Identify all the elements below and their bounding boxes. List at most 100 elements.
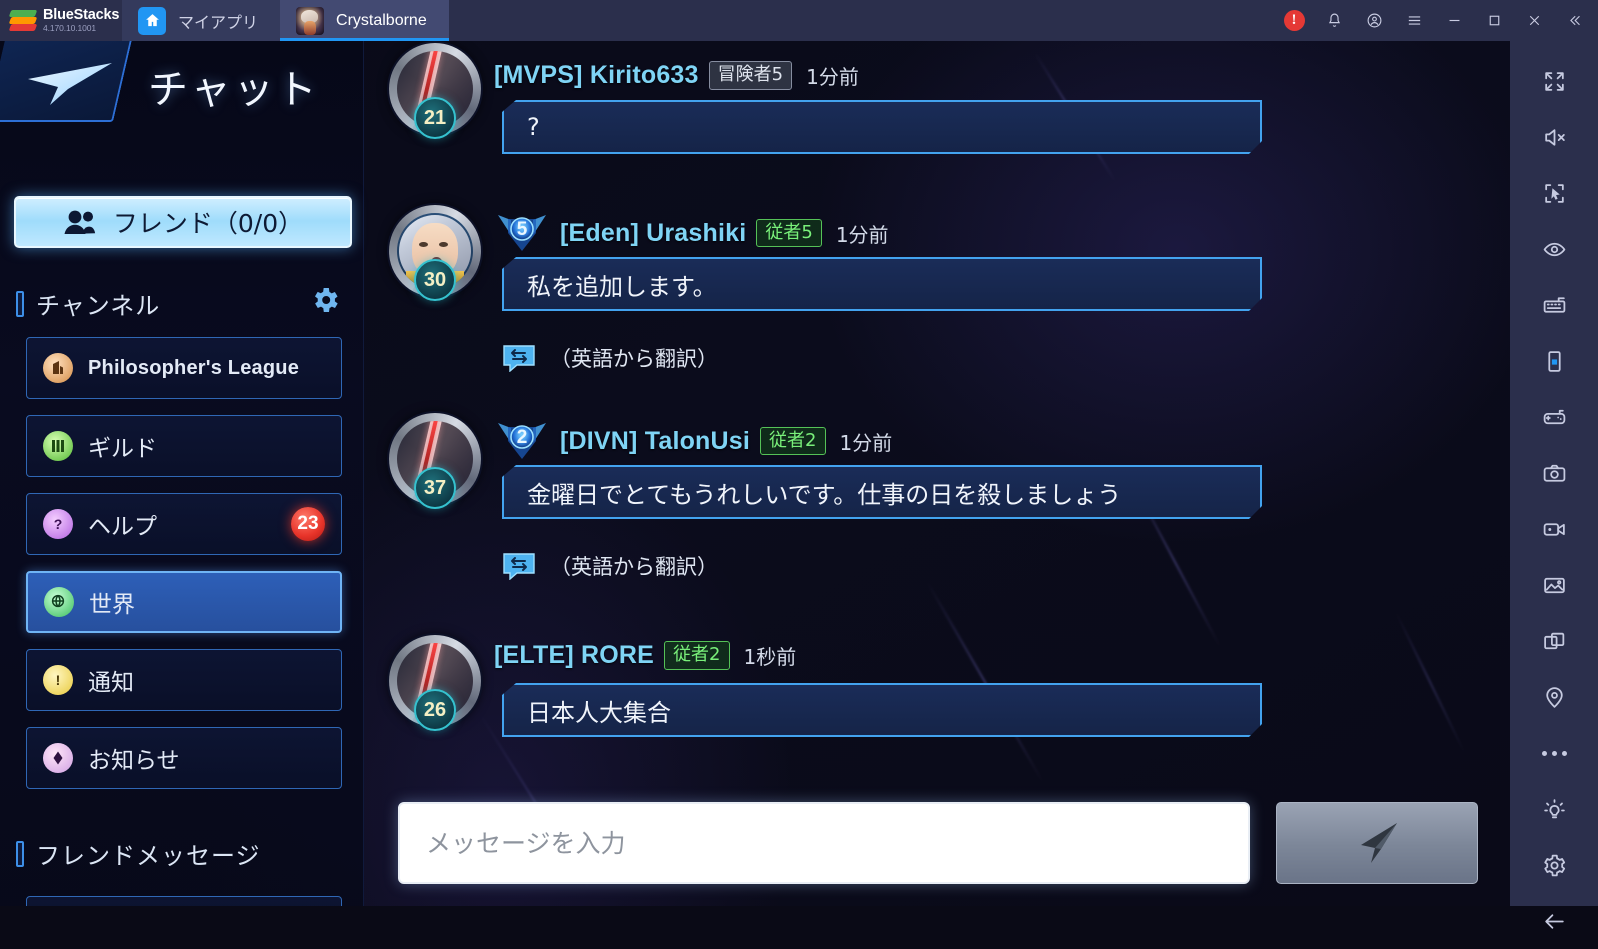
message-text: ? [527, 113, 540, 141]
cursor-target-icon[interactable] [1526, 165, 1582, 221]
vip-badge-icon: 5 [494, 211, 550, 255]
gamepad-icon[interactable] [1526, 389, 1582, 445]
message-bubble[interactable]: 金曜日でとてもうれしいです。仕事の日を殺しましょう [502, 465, 1262, 519]
mute-icon[interactable] [1526, 109, 1582, 165]
phone-screen-icon[interactable] [1526, 333, 1582, 389]
avatar[interactable]: 30 [389, 205, 481, 301]
username[interactable]: [ELTE] RORE [494, 641, 654, 670]
timestamp: 1分前 [835, 222, 889, 247]
globe-icon [44, 587, 74, 617]
minimize-button[interactable] [1434, 0, 1474, 41]
sidebar-item-philosophers-league[interactable]: Philosopher's League [26, 337, 342, 399]
message-bubble[interactable]: 私を追加します。 [502, 257, 1262, 311]
tab-my-apps-label: マイアプリ [178, 14, 259, 32]
sidebar-item-label: ギルド [88, 436, 157, 462]
section-accent-bar [16, 290, 24, 317]
friend-button-label: フレンド（0/0） [112, 209, 304, 238]
message-input[interactable] [398, 802, 1250, 884]
maximize-button[interactable] [1474, 0, 1514, 41]
send-icon [1361, 823, 1397, 863]
tab-my-apps[interactable]: マイアプリ [122, 0, 281, 41]
alert-icon: ! [1283, 10, 1305, 31]
avatar[interactable]: 26 [389, 635, 481, 731]
section-title-channels: チャンネル [36, 292, 161, 320]
account-button[interactable] [1354, 0, 1394, 41]
sidebar-item-announcements[interactable]: お知らせ [26, 727, 342, 789]
minimize-icon [1449, 19, 1459, 22]
tab-crystalborne[interactable]: Crystalborne [280, 0, 449, 41]
chat-message: 21 [MVPS] Kirito633 冒険者5 1分前 ? [364, 41, 1510, 178]
bluestacks-brand: BlueStacks 4.170.10.1001 [0, 0, 122, 41]
eye-icon[interactable] [1526, 221, 1582, 277]
question-icon: ? [43, 509, 73, 539]
gear-icon[interactable] [309, 284, 341, 316]
camera-icon[interactable] [1526, 445, 1582, 501]
collapse-button[interactable] [1554, 0, 1594, 41]
avatar-level-badge: 21 [414, 97, 456, 139]
brightness-icon[interactable] [1526, 781, 1582, 837]
more-options-icon[interactable] [1526, 725, 1582, 781]
media-manager-icon[interactable] [1526, 557, 1582, 613]
new-chat-button[interactable]: 新たなチャット [26, 896, 342, 906]
sidebar-item-notifications[interactable]: ! 通知 [26, 649, 342, 711]
send-button[interactable] [1276, 802, 1478, 884]
translation-note[interactable]: （英語から翻訳） [502, 551, 718, 581]
message-text: 私を追加します。 [527, 272, 717, 301]
menu-button[interactable] [1394, 0, 1434, 41]
close-button[interactable] [1514, 0, 1554, 41]
avatar[interactable]: 37 [389, 413, 481, 509]
message-text: 金曜日でとてもうれしいです。仕事の日を殺しましょう [527, 480, 1122, 509]
translation-label: （英語から翻訳） [550, 347, 718, 371]
sidebar-item-guild[interactable]: ギルド [26, 415, 342, 477]
username[interactable]: [MVPS] Kirito633 [494, 61, 699, 90]
svg-text:?: ? [54, 516, 63, 532]
video-record-icon[interactable] [1526, 501, 1582, 557]
location-pin-icon[interactable] [1526, 669, 1582, 725]
collapse-icon [1569, 15, 1580, 26]
alert-button[interactable]: ! [1274, 0, 1314, 41]
message-header: 2 [DIVN] TalonUsi 従者2 1分前 [494, 419, 892, 463]
notifications-button[interactable] [1314, 0, 1354, 41]
building-icon [43, 353, 73, 383]
username[interactable]: [Eden] Urashiki [560, 219, 746, 248]
announcement-icon [43, 743, 73, 773]
multi-instance-icon[interactable] [1526, 613, 1582, 669]
rank-badge: 従者5 [756, 218, 822, 248]
fullscreen-icon[interactable] [1526, 53, 1582, 109]
settings-gear-icon[interactable] [1526, 837, 1582, 893]
back-arrow-icon[interactable] [1526, 893, 1582, 949]
page-title: チャット [148, 67, 320, 113]
message-bubble[interactable]: 日本人大集合 [502, 683, 1262, 737]
sidebar-item-label: ヘルプ [88, 514, 157, 540]
unread-badge: 23 [291, 507, 325, 541]
titlebar-spacer [449, 0, 1274, 41]
exclamation-icon: ! [43, 665, 73, 695]
sidebar-item-help[interactable]: ? ヘルプ 23 [26, 493, 342, 555]
message-bubble[interactable]: ? [502, 100, 1262, 154]
chat-message: 26 [ELTE] RORE 従者2 1秒前 日本人大集合 [364, 607, 1510, 752]
avatar-level-badge: 37 [414, 467, 456, 509]
chat-message-list[interactable]: 21 [MVPS] Kirito633 冒険者5 1分前 ? 30 5 [Ede… [364, 41, 1510, 906]
home-icon [138, 6, 166, 35]
friend-button[interactable]: フレンド（0/0） [14, 196, 352, 248]
back-arrow-icon[interactable] [12, 59, 116, 107]
rank-badge: 従者2 [760, 426, 826, 456]
username[interactable]: [DIVN] TalonUsi [560, 427, 750, 456]
avatar-level-badge: 30 [414, 259, 456, 301]
avatar[interactable]: 21 [389, 43, 481, 139]
section-header-channels: チャンネル [16, 286, 160, 321]
message-text: 日本人大集合 [527, 698, 671, 727]
menu-icon [1408, 16, 1420, 25]
guild-icon [43, 431, 73, 461]
rank-badge: 冒険者5 [708, 61, 793, 90]
keyboard-icon[interactable] [1526, 277, 1582, 333]
game-icon [296, 6, 325, 35]
account-icon [1367, 13, 1381, 28]
sidebar-item-label: Philosopher's League [88, 356, 300, 379]
translation-note[interactable]: （英語から翻訳） [502, 343, 718, 373]
sidebar-item-label: 世界 [89, 592, 135, 618]
message-header: 5 [Eden] Urashiki 従者5 1分前 [494, 211, 889, 255]
sidebar-item-world[interactable]: 世界 [26, 571, 342, 633]
section-title-friend-messages: フレンドメッセージ [36, 842, 261, 870]
bluestacks-sidebar-toolbar [1510, 41, 1598, 929]
